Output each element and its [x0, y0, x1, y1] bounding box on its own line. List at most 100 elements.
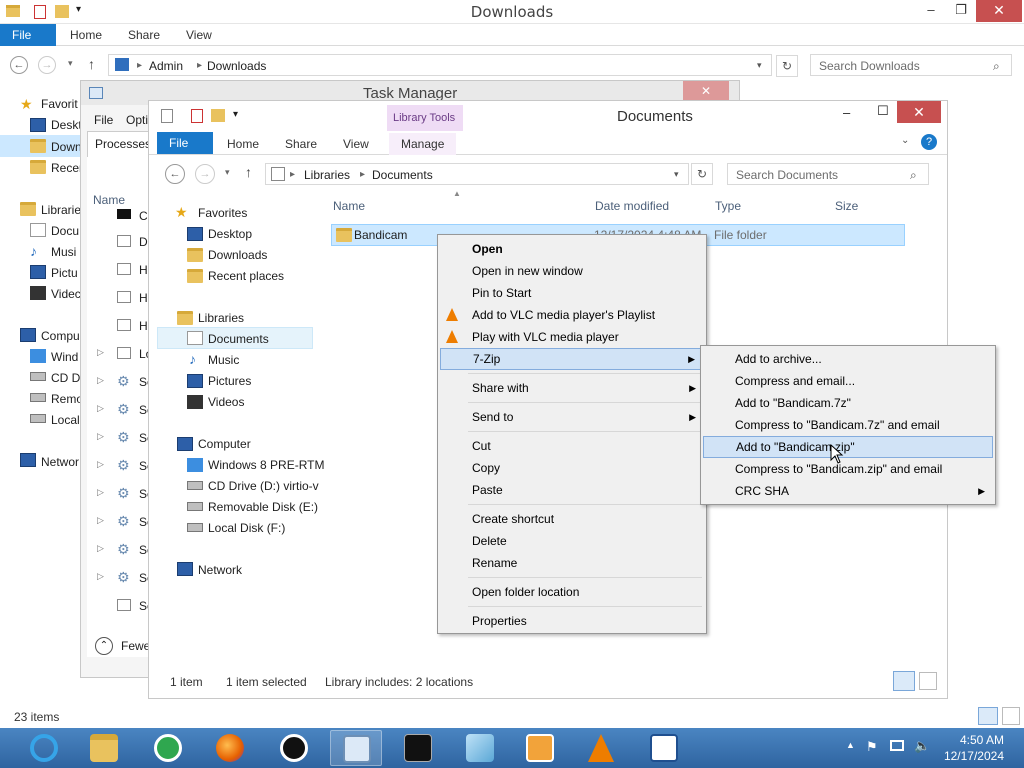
- properties-icon[interactable]: [161, 109, 173, 123]
- menu-add-to-vlc-playlist[interactable]: Add to VLC media player's Playlist: [440, 304, 704, 326]
- menu-paste[interactable]: Paste: [440, 479, 704, 501]
- taskbar-cmd[interactable]: [392, 730, 444, 766]
- doc-recent-locations-icon[interactable]: ▾: [225, 167, 230, 178]
- tm-tab-processes[interactable]: Processes: [87, 131, 151, 157]
- large-icons-view-icon[interactable]: [1002, 707, 1020, 725]
- submenu-compress-and-email[interactable]: Compress and email...: [703, 370, 993, 392]
- flag-icon[interactable]: ⚑: [866, 739, 878, 755]
- nav-computer[interactable]: Compu: [41, 329, 80, 343]
- tm-menu-file[interactable]: File: [94, 113, 113, 127]
- menu-delete[interactable]: Delete: [440, 530, 704, 552]
- tab-share[interactable]: Share: [116, 24, 172, 46]
- col-type[interactable]: Type: [715, 199, 741, 213]
- taskbar-task-manager[interactable]: [330, 730, 382, 766]
- doc-close-button[interactable]: ✕: [897, 101, 941, 123]
- col-size[interactable]: Size: [835, 199, 858, 213]
- nav-removable[interactable]: Remo: [51, 392, 83, 406]
- expand-icon[interactable]: ▷: [97, 375, 104, 386]
- nav-computer[interactable]: Computer: [198, 437, 251, 451]
- nav-network[interactable]: Networ: [41, 455, 79, 469]
- help-icon[interactable]: ?: [921, 134, 937, 150]
- doc-up-button[interactable]: ↑: [245, 164, 252, 180]
- search-downloads-input[interactable]: Search Downloads ⌕: [810, 54, 1012, 76]
- qat-dropdown-icon[interactable]: ▾: [233, 109, 238, 120]
- tm-close-button[interactable]: ✕: [683, 81, 729, 101]
- nav-network[interactable]: Network: [198, 563, 242, 577]
- menu-pin-to-start[interactable]: Pin to Start: [440, 282, 704, 304]
- doc-tab-home[interactable]: Home: [215, 133, 271, 155]
- back-button[interactable]: ←: [10, 56, 28, 74]
- breadcrumb-downloads[interactable]: Downloads: [207, 59, 266, 73]
- close-button[interactable]: ✕: [976, 0, 1022, 22]
- taskbar-clock[interactable]: 4:50 AM 12/17/2024: [944, 732, 1004, 764]
- taskbar-bandicam[interactable]: [268, 730, 320, 766]
- expand-icon[interactable]: ▷: [97, 515, 104, 526]
- taskbar-firefox[interactable]: [204, 730, 256, 766]
- nav-cd-drive[interactable]: CD D: [51, 371, 80, 385]
- breadcrumb-documents[interactable]: Documents: [372, 168, 433, 182]
- menu-rename[interactable]: Rename: [440, 552, 704, 574]
- taskbar-vlc[interactable]: [576, 730, 628, 766]
- address-bar[interactable]: ▸ Admin ▸ Downloads ▾: [108, 54, 772, 76]
- expand-icon[interactable]: ▷: [97, 543, 104, 554]
- taskbar-ie[interactable]: [18, 730, 70, 766]
- doc-tab-file[interactable]: File: [157, 132, 213, 154]
- menu-properties[interactable]: Properties: [440, 610, 704, 632]
- nav-local-disk[interactable]: Local Disk (F:): [208, 521, 285, 535]
- breadcrumb-libraries[interactable]: Libraries: [304, 168, 350, 182]
- menu-play-with-vlc[interactable]: Play with VLC media player: [440, 326, 704, 348]
- doc-address-bar[interactable]: ▸ Libraries ▸ Documents ▾: [265, 163, 689, 185]
- doc-tab-view[interactable]: View: [331, 133, 381, 155]
- nav-recent-places[interactable]: Recent places: [208, 269, 284, 283]
- expand-icon[interactable]: ▷: [97, 403, 104, 414]
- submenu-add-to-zip[interactable]: Add to "Bandicam.zip": [703, 436, 993, 458]
- doc-maximize-button[interactable]: ☐: [877, 103, 889, 119]
- tm-menu-options[interactable]: Opti: [126, 113, 148, 127]
- doc-tab-manage[interactable]: Manage: [389, 133, 457, 155]
- nav-downloads[interactable]: Down: [51, 140, 82, 154]
- nav-pictures[interactable]: Pictures: [208, 374, 251, 388]
- expand-icon[interactable]: ▷: [97, 459, 104, 470]
- nav-documents[interactable]: Documents: [208, 332, 269, 346]
- nav-favorites[interactable]: Favorites: [198, 206, 247, 220]
- doc-back-button[interactable]: ←: [165, 164, 185, 184]
- minimize-button[interactable]: –: [916, 0, 946, 22]
- details-view-icon[interactable]: [978, 707, 998, 725]
- submenu-add-to-7z[interactable]: Add to "Bandicam.7z": [703, 392, 993, 414]
- new-folder-icon[interactable]: [211, 109, 225, 122]
- menu-open-new-window[interactable]: Open in new window: [440, 260, 704, 282]
- col-name[interactable]: Name: [333, 199, 365, 213]
- nav-windows8[interactable]: Windows 8 PRE-RTM: [208, 458, 324, 472]
- tab-file[interactable]: File: [0, 24, 56, 46]
- address-dropdown-icon[interactable]: ▾: [757, 60, 762, 71]
- taskbar-greenapp[interactable]: [142, 730, 194, 766]
- ribbon-expand-icon[interactable]: ⌄: [901, 135, 909, 146]
- breadcrumb-admin[interactable]: Admin: [149, 59, 183, 73]
- tab-view[interactable]: View: [174, 24, 224, 46]
- nav-music[interactable]: Music: [208, 353, 239, 367]
- menu-open-folder-location[interactable]: Open folder location: [440, 581, 704, 603]
- taskbar-media[interactable]: [514, 730, 566, 766]
- nav-libraries[interactable]: Libraries: [198, 311, 244, 325]
- submenu-crc-sha[interactable]: CRC SHA ▶: [703, 480, 993, 502]
- nav-videos[interactable]: Videc: [51, 287, 81, 301]
- col-date-modified[interactable]: Date modified: [595, 199, 669, 213]
- nav-favorites[interactable]: Favorit: [41, 97, 78, 111]
- menu-send-to[interactable]: Send to ▶: [440, 406, 704, 428]
- network-tray-icon[interactable]: [890, 740, 904, 751]
- nav-pictures[interactable]: Pictu: [51, 266, 78, 280]
- menu-open[interactable]: Open: [440, 238, 704, 260]
- menu-create-shortcut[interactable]: Create shortcut: [440, 508, 704, 530]
- nav-libraries[interactable]: Librarie: [41, 203, 81, 217]
- expand-icon[interactable]: ▷: [97, 347, 104, 358]
- nav-desktop[interactable]: Desktop: [208, 227, 252, 241]
- doc-minimize-button[interactable]: –: [843, 105, 850, 120]
- details-view-icon[interactable]: [893, 671, 915, 691]
- taskbar-explorer[interactable]: [78, 730, 130, 766]
- refresh-icon[interactable]: ↻: [776, 55, 798, 77]
- nav-music[interactable]: Musi: [51, 245, 76, 259]
- nav-desktop[interactable]: Deskt: [51, 118, 82, 132]
- submenu-compress-7z-email[interactable]: Compress to "Bandicam.7z" and email: [703, 414, 993, 436]
- submenu-add-to-archive[interactable]: Add to archive...: [703, 348, 993, 370]
- submenu-compress-zip-email[interactable]: Compress to "Bandicam.zip" and email: [703, 458, 993, 480]
